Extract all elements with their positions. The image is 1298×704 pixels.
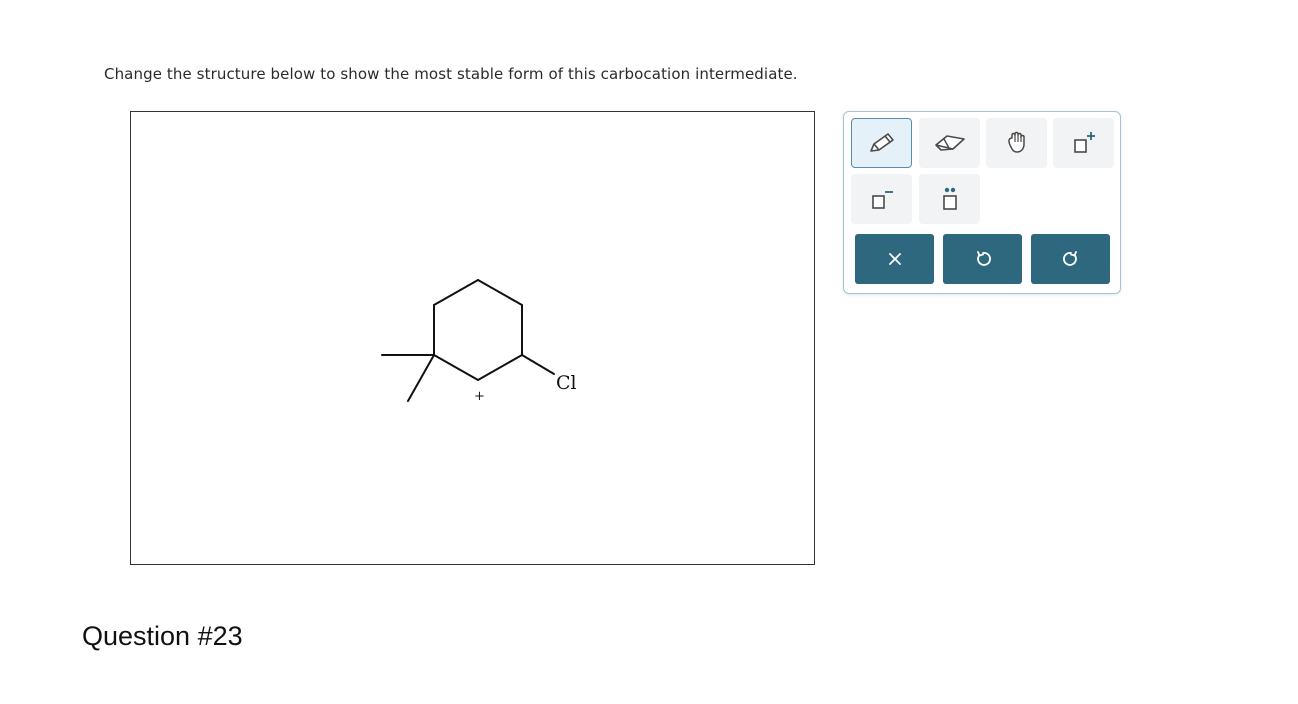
clear-button[interactable] — [855, 234, 934, 284]
hand-tool[interactable] — [986, 118, 1047, 168]
methyl-bond — [407, 354, 435, 402]
instruction-text: Change the structure below to show the m… — [104, 65, 798, 83]
molecule-structure: + Cl — [381, 279, 577, 404]
lone-pair-tool[interactable] — [919, 174, 980, 224]
close-icon — [888, 253, 901, 265]
hand-icon — [1007, 131, 1025, 153]
positive-charge-tool[interactable] — [1053, 118, 1114, 168]
pencil-tool[interactable] — [851, 118, 912, 168]
ring-bond — [433, 279, 479, 306]
negative-charge-icon — [871, 191, 893, 209]
ring-bond — [477, 354, 523, 381]
positive-charge-icon — [1073, 132, 1095, 153]
carbocation-charge: + — [474, 389, 485, 404]
lone-pair-icon — [942, 187, 957, 210]
drawing-toolbox — [843, 111, 1121, 294]
chloro-bond — [521, 354, 555, 375]
redo-button[interactable] — [1031, 234, 1110, 284]
redo-icon — [1062, 251, 1077, 266]
negative-charge-tool[interactable] — [851, 174, 912, 224]
ring-bond — [477, 279, 523, 306]
drawing-canvas[interactable]: + Cl — [130, 111, 815, 565]
undo-button[interactable] — [943, 234, 1022, 284]
chlorine-label: Cl — [556, 372, 577, 394]
ring-bond — [433, 354, 479, 381]
undo-icon — [976, 251, 991, 266]
question-label: Question #23 — [82, 621, 243, 651]
eraser-icon — [934, 135, 965, 151]
eraser-tool[interactable] — [919, 118, 980, 168]
pencil-icon — [869, 133, 894, 152]
